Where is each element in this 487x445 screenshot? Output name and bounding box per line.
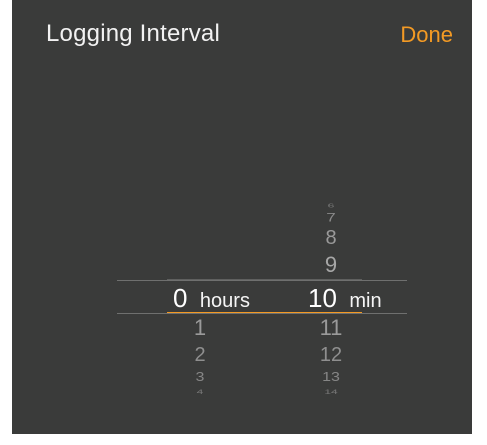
minutes-option[interactable]: 7 bbox=[311, 211, 351, 225]
hours-option[interactable]: 3 bbox=[180, 370, 220, 386]
hours-option[interactable]: 1 bbox=[180, 317, 220, 339]
minutes-unit-label: min bbox=[349, 290, 382, 312]
minutes-option[interactable]: 13 bbox=[311, 370, 351, 386]
selected-hours-value: 0 bbox=[173, 283, 188, 313]
hours-option[interactable]: 2 bbox=[180, 345, 220, 365]
selected-minutes-value: 10 bbox=[308, 283, 337, 313]
interval-picker: 6 7 8 9 0 hours 10 min 1 2 3 4 11 12 13 … bbox=[12, 0, 472, 434]
minutes-option[interactable]: 8 bbox=[311, 228, 351, 248]
logging-interval-sheet: Logging Interval Done 6 7 8 9 0 hours 10… bbox=[12, 0, 472, 434]
minutes-option[interactable]: 14 bbox=[311, 387, 351, 397]
selected-minutes[interactable]: 10 min bbox=[308, 283, 382, 313]
selected-hours[interactable]: 0 hours bbox=[173, 283, 250, 313]
hours-unit-label: hours bbox=[199, 290, 250, 312]
hours-option[interactable]: 4 bbox=[180, 387, 220, 397]
selection-top-highlight bbox=[167, 279, 362, 280]
minutes-option[interactable]: 11 bbox=[311, 317, 351, 339]
minutes-option[interactable]: 6 bbox=[311, 201, 351, 210]
selection-top-divider bbox=[117, 280, 407, 281]
minutes-option[interactable]: 9 bbox=[311, 254, 351, 276]
minutes-option[interactable]: 12 bbox=[311, 345, 351, 365]
